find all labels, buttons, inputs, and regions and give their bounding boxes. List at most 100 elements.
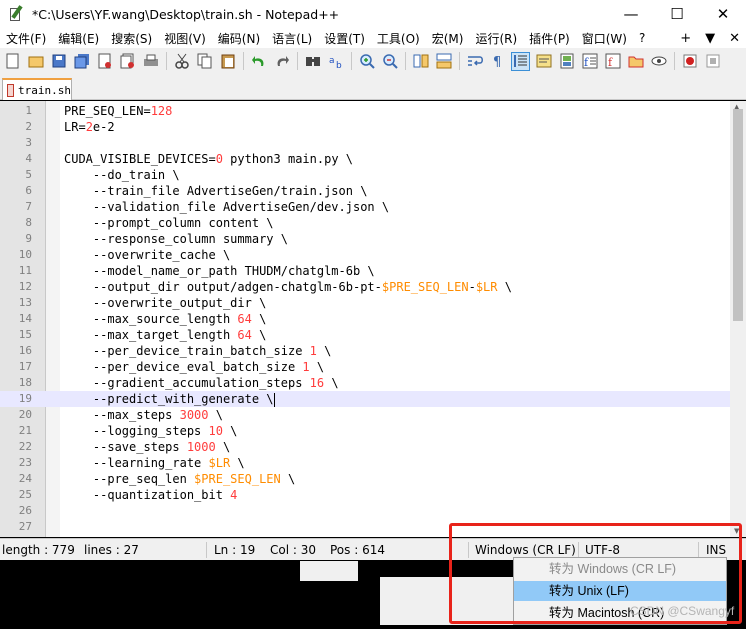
tab-list-button[interactable]: ▼ (705, 31, 715, 46)
scrollbar-thumb[interactable] (733, 109, 743, 321)
menu-edit[interactable]: 编辑(E) (52, 30, 105, 47)
function-list-red-icon[interactable]: f (603, 52, 622, 71)
open-file-icon[interactable] (26, 52, 45, 71)
menu-view[interactable]: 视图(V) (158, 30, 212, 47)
code-line[interactable]: 12 --output_dir output/adgen-chatglm-6b-… (0, 279, 730, 295)
code-line[interactable]: 24 --pre_seq_len $PRE_SEQ_LEN \ (0, 471, 730, 487)
language-def-icon[interactable] (534, 52, 553, 71)
code-line[interactable]: 5 --do_train \ (0, 167, 730, 183)
close-all-icon[interactable] (118, 52, 137, 71)
text-token: --max_source_length (64, 312, 238, 326)
code-text: --overwrite_cache \ (64, 247, 230, 263)
code-line[interactable]: 21 --logging_steps 10 \ (0, 423, 730, 439)
copy-icon[interactable] (195, 52, 214, 71)
redo-icon[interactable] (272, 52, 291, 71)
print-icon[interactable] (141, 52, 160, 71)
indent-guide-icon[interactable] (511, 51, 530, 71)
toolbar-separator (297, 52, 298, 70)
menu-tools[interactable]: 工具(O) (371, 30, 426, 47)
close-tab-button[interactable]: ✕ (729, 31, 740, 46)
status-ln: Ln : 19 (214, 543, 256, 557)
code-line[interactable]: 10 --overwrite_cache \ (0, 247, 730, 263)
code-line[interactable]: 7 --validation_file AdvertiseGen/dev.jso… (0, 199, 730, 215)
undo-icon[interactable] (249, 52, 268, 71)
menu-language[interactable]: 语言(L) (266, 30, 318, 47)
menu-macro[interactable]: 宏(M) (426, 30, 470, 47)
code-line[interactable]: 13 --overwrite_output_dir \ (0, 295, 730, 311)
menu-run[interactable]: 运行(R) (469, 30, 523, 47)
zoom-out-icon[interactable] (380, 52, 399, 71)
find-icon[interactable] (303, 52, 322, 71)
menu-search[interactable]: 搜索(S) (105, 30, 158, 47)
menu-plugins[interactable]: 插件(P) (523, 30, 576, 47)
zoom-in-icon[interactable] (357, 52, 376, 71)
folder-workspace-icon[interactable] (626, 52, 645, 71)
code-line[interactable]: 8 --prompt_column content \ (0, 215, 730, 231)
new-file-icon[interactable] (3, 52, 22, 71)
menu-item-to-windows[interactable]: 转为 Windows (CR LF) (514, 559, 726, 579)
menu-help[interactable]: ? (633, 31, 651, 45)
menu-settings[interactable]: 设置(T) (318, 30, 371, 47)
show-all-chars-icon[interactable]: ¶ (488, 52, 507, 71)
close-button[interactable]: ✕ (700, 0, 746, 28)
code-line[interactable]: 25 --quantization_bit 4 (0, 487, 730, 503)
code-line[interactable]: 15 --max_target_length 64 \ (0, 327, 730, 343)
text-token: --response_column summary \ (64, 232, 288, 246)
line-number: 24 (18, 472, 32, 485)
code-line[interactable]: 22 --save_steps 1000 \ (0, 439, 730, 455)
code-line[interactable]: 27 (0, 519, 730, 535)
code-line[interactable]: 9 --response_column summary \ (0, 231, 730, 247)
code-line[interactable]: 2 LR=2e-2 (0, 119, 730, 135)
paste-icon[interactable] (218, 52, 237, 71)
text-token: --do_train \ (64, 168, 180, 182)
monitor-icon[interactable] (649, 52, 668, 71)
tab-label: train.sh (18, 83, 71, 97)
text-token: \ (215, 440, 231, 454)
cut-icon[interactable] (172, 52, 191, 71)
code-text: --per_device_train_batch_size 1 \ (64, 343, 331, 359)
code-line[interactable]: 23 --learning_rate $LR \ (0, 455, 730, 471)
svg-text:¶: ¶ (493, 55, 501, 68)
code-line[interactable]: 26 (0, 503, 730, 519)
code-editor[interactable]: 1 PRE_SEQ_LEN=128 2 LR=2e-2 3 4 CUDA_VISIBLE_D… (0, 101, 746, 537)
menu-file[interactable]: 文件(F) (0, 30, 52, 47)
save-icon[interactable] (49, 52, 68, 71)
number-token: 64 (237, 328, 252, 342)
sync-vertical-icon[interactable] (411, 52, 430, 71)
line-number: 1 (25, 104, 32, 117)
minimize-button[interactable]: — (608, 0, 654, 28)
scroll-down-icon[interactable]: ▼ (734, 527, 739, 535)
text-token: \ (309, 360, 325, 374)
stop-macro-icon[interactable] (703, 52, 722, 71)
doc-map-icon[interactable] (557, 52, 576, 71)
code-line[interactable]: 18 --gradient_accumulation_steps 16 \ (0, 375, 730, 391)
menu-encoding[interactable]: 编码(N) (212, 30, 266, 47)
code-text: --learning_rate $LR \ (64, 455, 245, 471)
function-list-icon[interactable]: f (580, 52, 599, 71)
new-tab-button[interactable]: + (680, 31, 691, 46)
menu-window[interactable]: 窗口(W) (576, 30, 633, 47)
code-line[interactable]: 20 --max_steps 3000 \ (0, 407, 730, 423)
text-token: \ (251, 312, 267, 326)
code-text: --predict_with_generate \ (64, 391, 275, 407)
code-line[interactable]: 3 (0, 135, 730, 151)
code-line[interactable]: 1 PRE_SEQ_LEN=128 (0, 103, 730, 119)
code-line[interactable]: 4 CUDA_VISIBLE_DEVICES=0 python3 main.py … (0, 151, 730, 167)
code-line[interactable]: 14 --max_source_length 64 \ (0, 311, 730, 327)
code-line[interactable]: 19 --predict_with_generate \ (0, 391, 730, 407)
record-macro-icon[interactable] (680, 52, 699, 71)
tab-train-sh[interactable]: train.sh (2, 78, 72, 100)
code-line[interactable]: 16 --per_device_train_batch_size 1 \ (0, 343, 730, 359)
line-number: 18 (18, 376, 32, 389)
save-all-icon[interactable] (72, 52, 91, 71)
word-wrap-icon[interactable] (465, 52, 484, 71)
maximize-button[interactable]: ☐ (654, 0, 700, 28)
vertical-scrollbar[interactable]: ▲ ▼ (730, 101, 746, 537)
code-line[interactable]: 11 --model_name_or_path THUDM/chatglm-6b… (0, 263, 730, 279)
close-icon[interactable] (95, 52, 114, 71)
replace-icon[interactable]: ab (326, 52, 345, 71)
code-line[interactable]: 17 --per_device_eval_batch_size 1 \ (0, 359, 730, 375)
code-line[interactable]: 6 --train_file AdvertiseGen/train.json \ (0, 183, 730, 199)
sync-horizontal-icon[interactable] (434, 52, 453, 71)
menu-item-to-unix[interactable]: 转为 Unix (LF) (514, 581, 726, 601)
